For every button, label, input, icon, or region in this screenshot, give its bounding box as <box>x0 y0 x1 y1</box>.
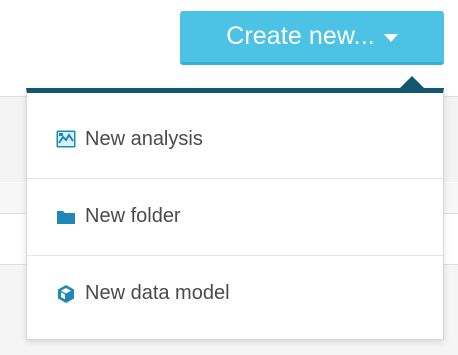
menu-item-label: New data model <box>85 282 230 304</box>
folder-icon <box>56 207 76 227</box>
chevron-down-icon <box>383 34 398 42</box>
menu-item-new-data-model[interactable]: New data model <box>27 255 443 331</box>
menu-item-label: New folder <box>85 205 181 227</box>
create-new-button[interactable]: Create new... <box>180 11 444 65</box>
menu-item-new-analysis[interactable]: New analysis <box>27 101 443 177</box>
dropdown-pointer <box>400 76 424 88</box>
data-model-cube-icon <box>56 284 76 304</box>
menu-item-label: New analysis <box>85 127 203 150</box>
analysis-icon <box>56 129 76 149</box>
menu-item-new-folder[interactable]: New folder <box>27 178 443 254</box>
create-new-dropdown-menu: New analysis New folder New data model <box>26 88 444 340</box>
create-new-button-label: Create new... <box>226 22 375 50</box>
